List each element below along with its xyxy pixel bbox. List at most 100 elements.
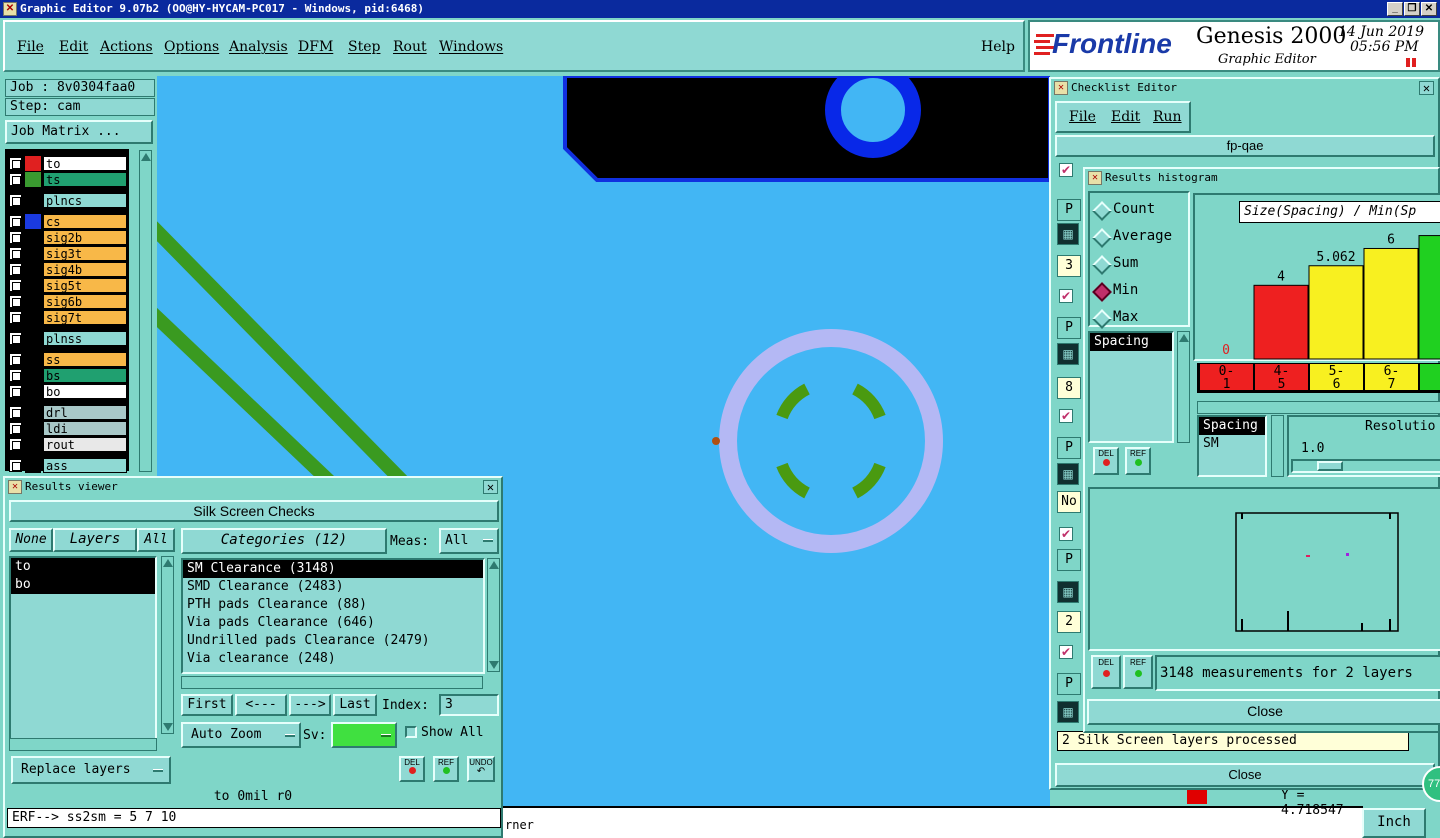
category-item[interactable]: SMD Clearance (2483) — [183, 578, 483, 596]
layer-row-sig7t[interactable]: sig7t — [7, 310, 127, 325]
checklist-row-label[interactable]: P — [1057, 673, 1081, 695]
menu-edit[interactable]: Edit — [59, 39, 88, 55]
menu-dfm[interactable]: DFM — [298, 39, 333, 55]
menu-actions[interactable]: Actions — [100, 39, 153, 55]
checklist-action-icon[interactable]: ▦ — [1057, 223, 1079, 245]
checklist-close-button[interactable]: Close — [1055, 763, 1435, 787]
preview-ref-button[interactable]: REF — [1123, 655, 1153, 689]
layer-name[interactable]: sig5t — [43, 278, 127, 293]
checklist-row-label[interactable]: P — [1057, 437, 1081, 459]
layer-list-vscroll[interactable] — [161, 556, 174, 734]
histogram-bar[interactable] — [1363, 247, 1419, 360]
next-button[interactable]: ---> — [289, 694, 331, 716]
layer-name[interactable]: plnss — [43, 331, 127, 346]
results-viewer-close[interactable]: ✕ — [483, 480, 498, 494]
layer-color-swatch[interactable] — [25, 421, 41, 436]
metric-list[interactable]: Spacing — [1088, 331, 1174, 443]
layer-checkbox[interactable] — [9, 194, 22, 207]
checklist-row-label[interactable]: P — [1057, 199, 1081, 221]
histogram-del-button[interactable]: DEL — [1093, 447, 1119, 475]
type-list-item[interactable]: SM — [1199, 435, 1265, 453]
layer-name[interactable]: ldi — [43, 421, 127, 436]
checklist-check-icon[interactable]: ✔ — [1059, 163, 1073, 177]
layer-name[interactable]: cs — [43, 214, 127, 229]
layer-checkbox[interactable] — [9, 385, 22, 398]
layer-color-swatch[interactable] — [25, 437, 41, 452]
checklist-row-label[interactable]: No — [1057, 491, 1081, 513]
checklist-row-label[interactable]: 3 — [1057, 255, 1081, 277]
menu-windows[interactable]: Windows — [439, 39, 503, 55]
layer-row-bs[interactable]: bs — [7, 368, 127, 383]
slider-thumb[interactable] — [1317, 461, 1343, 471]
show-all-checkbox[interactable] — [405, 726, 417, 738]
histogram-ref-button[interactable]: REF — [1125, 447, 1151, 475]
layer-color-swatch[interactable] — [25, 310, 41, 325]
layer-name[interactable]: ts — [43, 172, 127, 187]
checklist-menu-edit[interactable]: Edit — [1111, 109, 1140, 125]
layer-checkbox[interactable] — [9, 406, 22, 419]
histogram-bar[interactable] — [1308, 265, 1364, 360]
layer-checkbox[interactable] — [9, 422, 22, 435]
layer-checkbox[interactable] — [9, 295, 22, 308]
result-layer-item[interactable]: bo — [11, 576, 155, 594]
layer-checkbox[interactable] — [9, 215, 22, 228]
layer-name[interactable]: plncs — [43, 193, 127, 208]
layer-checkbox[interactable] — [9, 353, 22, 366]
result-layer-item[interactable]: to — [11, 558, 155, 576]
all-button[interactable]: All — [137, 528, 175, 552]
prev-button[interactable]: <--- — [235, 694, 287, 716]
checklist-check-icon[interactable]: ✔ — [1059, 289, 1073, 303]
layer-row-bo[interactable]: bo — [7, 384, 127, 399]
category-item[interactable]: Undrilled pads Clearance (2479) — [183, 632, 483, 650]
checklist-row-label[interactable]: 2 — [1057, 611, 1081, 633]
histogram-bar[interactable] — [1418, 235, 1440, 360]
layer-checkbox[interactable] — [9, 369, 22, 382]
layer-color-swatch[interactable] — [25, 458, 41, 473]
layer-checkbox[interactable] — [9, 459, 22, 472]
none-button[interactable]: None — [9, 528, 53, 552]
layer-row-sig2b[interactable]: sig2b — [7, 230, 127, 245]
menu-help[interactable]: Help — [981, 39, 1015, 55]
layer-list-scrollbar[interactable] — [139, 150, 152, 472]
layer-name[interactable]: drl — [43, 405, 127, 420]
layer-name[interactable]: sig3t — [43, 246, 127, 261]
layer-checkbox[interactable] — [9, 438, 22, 451]
layer-name[interactable]: sig7t — [43, 310, 127, 325]
undo-button[interactable]: UNDO ↶ — [467, 756, 495, 782]
layer-row-ts[interactable]: ts — [7, 172, 127, 187]
layer-color-swatch[interactable] — [25, 278, 41, 293]
type-list-vscroll[interactable] — [1271, 415, 1284, 477]
layer-row-ss[interactable]: ss — [7, 352, 127, 367]
type-list-item[interactable]: Spacing — [1199, 417, 1265, 435]
close-button[interactable]: ✕ — [1421, 2, 1437, 16]
layer-color-swatch[interactable] — [25, 368, 41, 383]
layer-name[interactable]: sig2b — [43, 230, 127, 245]
checklist-action-icon[interactable]: ▦ — [1057, 701, 1079, 723]
menu-options[interactable]: Options — [164, 39, 219, 55]
layer-row-sig6b[interactable]: sig6b — [7, 294, 127, 309]
units-button[interactable]: Inch — [1362, 808, 1426, 838]
category-item[interactable]: Via clearance (248) — [183, 650, 483, 668]
metric-list-vscroll[interactable] — [1177, 331, 1190, 443]
layer-color-swatch[interactable] — [25, 193, 41, 208]
layer-name[interactable]: sig4b — [43, 262, 127, 277]
menu-file[interactable]: File — [17, 39, 44, 55]
layer-row-drl[interactable]: drl — [7, 405, 127, 420]
checklist-action-icon[interactable]: ▦ — [1057, 463, 1079, 485]
layer-row-cs[interactable]: cs — [7, 214, 127, 229]
checklist-check-icon[interactable]: ✔ — [1059, 527, 1073, 541]
restore-button[interactable]: ❐ — [1404, 2, 1420, 16]
checklist-row-label[interactable]: P — [1057, 549, 1081, 571]
layer-row-sig3t[interactable]: sig3t — [7, 246, 127, 261]
layer-checkbox[interactable] — [9, 263, 22, 276]
result-layer-list[interactable]: to bo — [9, 556, 157, 741]
layer-checkbox[interactable] — [9, 157, 22, 170]
layer-color-swatch[interactable] — [25, 230, 41, 245]
checklist-action-icon[interactable]: ▦ — [1057, 343, 1079, 365]
category-item[interactable]: PTH pads Clearance (88) — [183, 596, 483, 614]
checklist-close-icon[interactable]: ✕ — [1419, 81, 1434, 95]
layer-color-swatch[interactable] — [25, 294, 41, 309]
menu-step[interactable]: Step — [348, 39, 380, 55]
layer-row-plncs[interactable]: plncs — [7, 193, 127, 208]
ref-button[interactable]: REF — [433, 756, 459, 782]
